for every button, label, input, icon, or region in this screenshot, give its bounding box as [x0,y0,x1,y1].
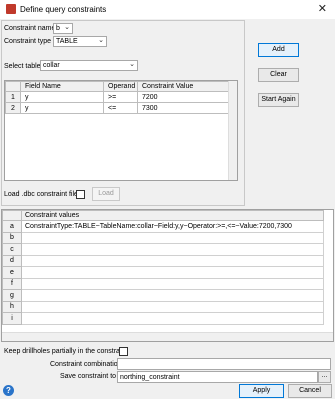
constraint-type-value: TABLE [56,38,78,45]
load-dbc-label: Load .dbc constraint file [4,191,78,198]
row-label: a [2,220,22,233]
operand-cell[interactable]: >= [103,91,138,103]
table-row[interactable]: g [2,289,324,302]
browse-button[interactable]: ... [318,371,331,383]
table-row[interactable]: a ConstraintType:TABLE~TableName:collar~F… [2,220,324,233]
table-header-constraint-values: Constraint values [21,210,324,221]
table-row[interactable]: i [2,312,324,325]
constraint-value-text[interactable] [21,266,324,279]
apply-button[interactable]: Apply [239,384,284,398]
row-label: f [2,277,22,290]
cancel-button[interactable]: Cancel [288,384,332,398]
constraint-type-label: Constraint type [4,38,52,45]
help-icon[interactable]: ? [3,385,14,396]
table-header-corner [2,210,22,221]
keep-drillholes-checkbox[interactable] [119,347,128,356]
field-name-cell[interactable]: y [20,102,104,114]
clear-button[interactable]: Clear [258,68,299,82]
row-label: i [2,312,22,325]
table-row[interactable]: 1 y >= 7200 [5,91,229,103]
table-row[interactable]: 2 y <= 7300 [5,102,229,114]
close-icon[interactable]: ✕ [318,2,327,15]
title-bar: Define query constraints ✕ [0,0,335,19]
table-header-field-name: Field Name [20,81,104,92]
start-again-button[interactable]: Start Again [258,93,299,107]
window-title: Define query constraints [20,5,107,14]
constraint-type-select[interactable]: TABLE ⌄ [53,36,107,47]
operand-cell[interactable]: <= [103,102,138,114]
constraint-value-text[interactable] [21,254,324,267]
constraint-value-cell[interactable]: 7200 [137,91,229,103]
constraint-value-text[interactable] [21,289,324,302]
field-name-cell[interactable]: y [20,91,104,103]
chevron-down-icon: ⌄ [98,37,104,44]
constraint-combination-input[interactable] [117,358,331,370]
load-button[interactable]: Load [92,187,120,201]
row-number: 2 [5,102,21,114]
table-row[interactable]: f [2,277,324,290]
table-header-operand: Operand [103,81,138,92]
constraint-name-value: b [56,25,60,32]
row-label: h [2,300,22,313]
add-button[interactable]: Add [258,43,299,57]
field-constraints-table: Field Name Operand Constraint Value 1 y … [4,80,238,181]
select-table-value: collar [43,62,60,69]
constraint-value-text[interactable]: ConstraintType:TABLE~TableName:collar~Fi… [21,220,324,233]
constraint-combination-label: Constraint combination [50,361,122,368]
constraint-value-text[interactable] [21,277,324,290]
load-dbc-checkbox[interactable] [76,190,85,199]
row-number: 1 [5,91,21,103]
horizontal-scrollbar[interactable] [2,332,333,341]
row-label: g [2,289,22,302]
select-table-label: Select table [4,63,41,70]
constraint-value-text[interactable] [21,243,324,256]
vertical-scrollbar[interactable] [228,81,237,180]
table-row[interactable]: h [2,300,324,313]
keep-drillholes-label: Keep drillholes partially in the constra… [4,348,128,355]
table-row[interactable]: b [2,231,324,244]
table-header-constraint-value: Constraint Value [137,81,229,92]
constraint-value-cell[interactable]: 7300 [137,102,229,114]
table-header-corner [5,81,21,92]
row-label: d [2,254,22,267]
select-table-select[interactable]: collar ⌄ [40,60,138,71]
table-row[interactable]: d [2,254,324,267]
table-header-row: Field Name Operand Constraint Value [5,81,229,92]
constraint-value-text[interactable] [21,300,324,313]
constraint-value-text[interactable] [21,231,324,244]
chevron-down-icon: ⌄ [64,24,70,31]
table-header-row: Constraint values [2,210,324,221]
constraint-values-table: Constraint values a ConstraintType:TABLE~… [1,209,334,342]
app-icon [6,4,16,14]
row-label: b [2,231,22,244]
constraint-value-text[interactable] [21,312,324,325]
constraint-name-label: Constraint name [4,25,56,32]
save-constraint-label: Save constraint to [60,373,117,380]
row-label: e [2,266,22,279]
chevron-down-icon: ⌄ [129,61,135,68]
row-label: c [2,243,22,256]
save-constraint-input[interactable]: northing_constraint [117,371,318,383]
table-row[interactable]: e [2,266,324,279]
table-row[interactable]: c [2,243,324,256]
constraint-name-select[interactable]: b ⌄ [53,23,73,34]
